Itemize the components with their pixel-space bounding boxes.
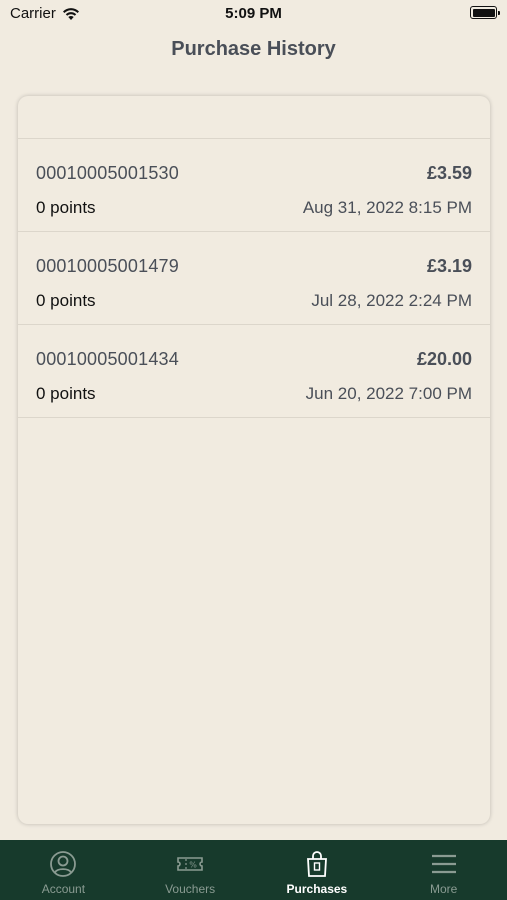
tab-label: More — [429, 882, 458, 896]
purchase-date: Aug 31, 2022 8:15 PM — [302, 198, 472, 217]
points-earned: 0 points — [36, 291, 96, 310]
tab-label: Vouchers — [165, 882, 216, 896]
status-time: 5:09 PM — [225, 5, 282, 22]
status-right — [470, 6, 500, 19]
purchase-row[interactable]: 00010005001434 £20.00 0 points Jun 20, 2… — [18, 325, 490, 418]
tab-bar: Account % Vouchers Purchases More — [0, 840, 507, 900]
status-bar: Carrier 5:09 PM — [0, 0, 507, 30]
purchase-date: Jul 28, 2022 2:24 PM — [311, 291, 472, 310]
receipt-id: 00010005001479 — [36, 256, 179, 276]
points-earned: 0 points — [36, 384, 96, 403]
purchase-row[interactable]: 00010005001479 £3.19 0 points Jul 28, 20… — [18, 232, 490, 325]
purchase-amount: £20.00 — [416, 349, 472, 369]
account-icon — [50, 851, 77, 877]
points-earned: 0 points — [36, 198, 96, 217]
purchase-amount: £3.59 — [426, 163, 472, 183]
voucher-icon: % — [177, 857, 203, 871]
card-header — [18, 96, 490, 139]
purchase-row[interactable]: 00010005001530 £3.59 0 points Aug 31, 20… — [18, 139, 490, 232]
purchase-date: Jun 20, 2022 7:00 PM — [305, 384, 472, 403]
battery-icon — [470, 6, 500, 19]
tab-label: Account — [41, 882, 86, 896]
tab-purchases[interactable]: Purchases — [254, 840, 381, 900]
receipt-id: 00010005001434 — [36, 349, 179, 369]
purchase-amount: £3.19 — [426, 256, 472, 276]
shopping-bag-icon — [306, 851, 327, 877]
tab-label: Purchases — [286, 882, 348, 896]
receipt-id: 00010005001530 — [36, 163, 179, 183]
tab-account[interactable]: Account — [0, 840, 127, 900]
tab-more[interactable]: More — [380, 840, 507, 900]
page-title: Purchase History — [171, 38, 336, 60]
menu-icon — [431, 854, 456, 874]
purchase-list-card: 00010005001530 £3.59 0 points Aug 31, 20… — [18, 96, 490, 824]
svg-text:%: % — [189, 861, 197, 870]
tab-vouchers[interactable]: % Vouchers — [127, 840, 254, 900]
